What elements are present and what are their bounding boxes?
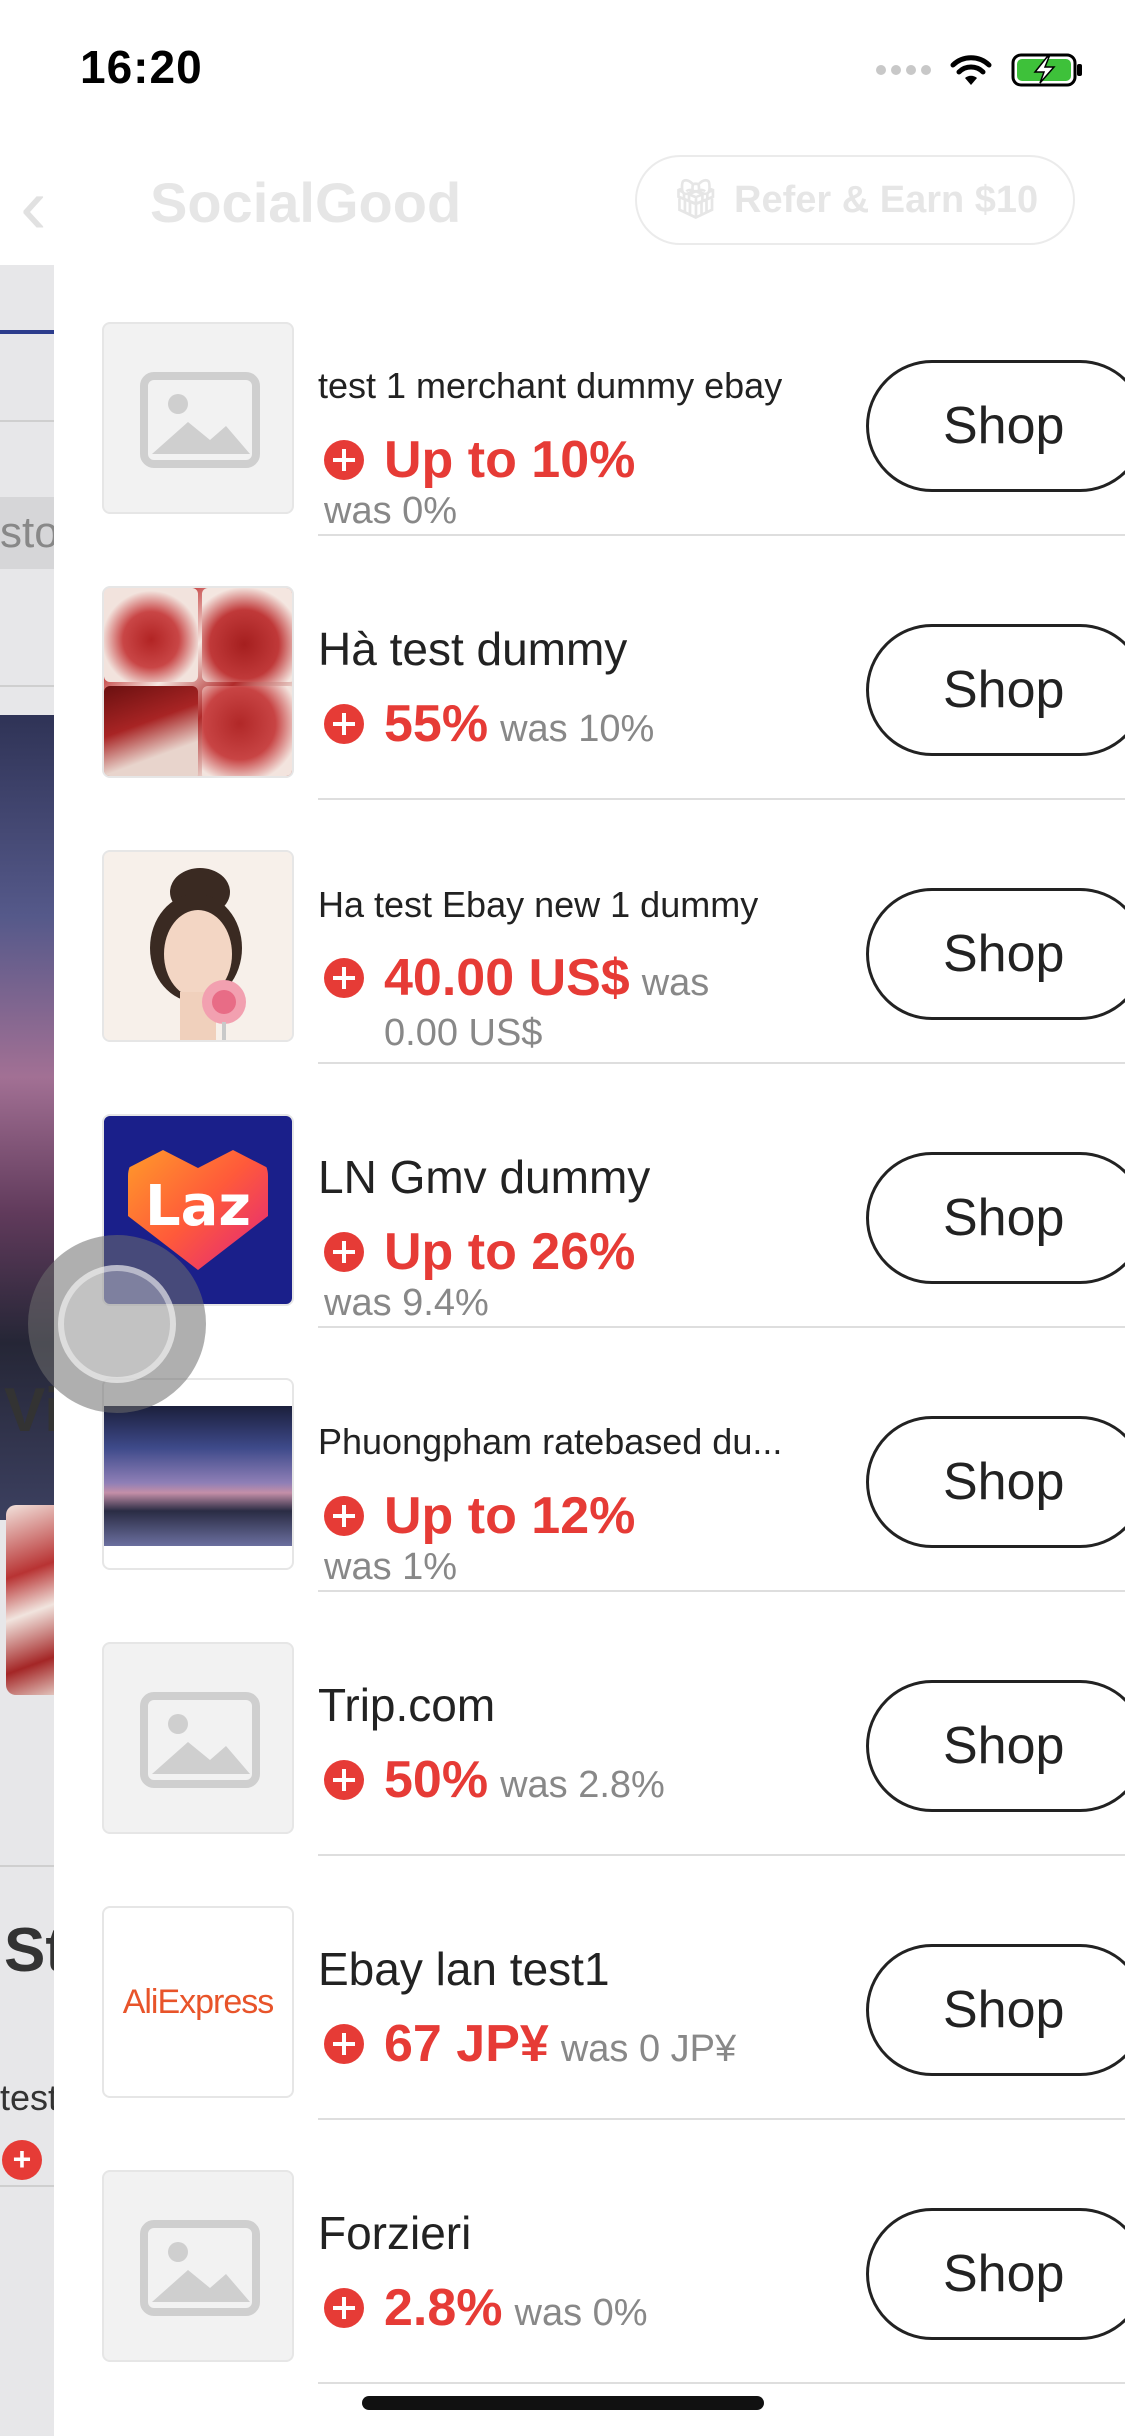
plus-icon	[324, 958, 364, 998]
merchant-row[interactable]: AliExpress Ebay lan test1 67 JP¥ was 0 J…	[54, 1854, 1125, 2120]
refer-earn-button: 🎁︎ Refer & Earn $10	[635, 155, 1075, 245]
merchant-row[interactable]: Forzieri 2.8% was 0% Shop	[54, 2118, 1125, 2384]
plus-icon	[324, 1496, 364, 1536]
divider	[0, 1865, 54, 1867]
status-time: 16:20	[80, 41, 203, 93]
shop-button[interactable]: Shop	[866, 360, 1125, 492]
shop-button[interactable]: Shop	[866, 888, 1125, 1020]
assistive-touch-button[interactable]	[28, 1235, 206, 1413]
shop-button[interactable]: Shop	[866, 1152, 1125, 1284]
lazada-logo-text: Laz	[144, 1173, 252, 1239]
merchant-row[interactable]: test 1 merchant dummy ebay Up to 10% was…	[54, 270, 1125, 536]
plus-icon: +	[2, 2140, 42, 2180]
cashback-value: 67 JP¥	[384, 2015, 549, 2073]
home-indicator[interactable]	[362, 2396, 764, 2410]
aliexpress-logo: AliExpress	[102, 1906, 294, 2098]
plus-icon	[324, 440, 364, 480]
divider	[0, 420, 54, 422]
cashback-value: Up to 26%	[384, 1223, 636, 1281]
shop-button[interactable]: Shop	[866, 624, 1125, 756]
plus-icon	[324, 1760, 364, 1800]
previous-rate: was	[641, 962, 710, 1004]
merchant-name: Forzieri	[318, 2207, 472, 2259]
aliexpress-logo-text: AliExpress	[122, 1982, 275, 2021]
merchant-name: LN Gmv dummy	[318, 1151, 651, 1203]
shop-button[interactable]: Shop	[866, 1416, 1125, 1548]
plus-icon	[324, 2288, 364, 2328]
merchant-row[interactable]: Phuongpham ratebased du... Up to 12% was…	[54, 1326, 1125, 1592]
previous-rate: was 9.4%	[324, 1282, 489, 1324]
placeholder-image-icon	[102, 322, 294, 514]
back-chevron-icon: ‹	[20, 161, 47, 250]
status-bar: 16:20	[0, 0, 1125, 140]
plus-icon	[324, 704, 364, 744]
shop-button[interactable]: Shop	[866, 2208, 1125, 2340]
cellular-signal-icon	[876, 65, 931, 75]
wifi-icon	[950, 55, 992, 85]
placeholder-image-icon	[102, 2170, 294, 2362]
merchant-name: Hà test dummy	[318, 623, 628, 675]
divider	[0, 2185, 54, 2187]
merchant-list-panel: test 1 merchant dummy ebay Up to 10% was…	[54, 270, 1125, 2436]
merchant-row[interactable]: Laz LN Gmv dummy Up to 26% was 9.4% Shop	[54, 1062, 1125, 1328]
battery-charging-icon	[1011, 53, 1082, 87]
cashback-rate: 67 JP¥ was 0 JP¥	[324, 2014, 764, 2074]
cashback-rate: Up to 12% was 1%	[324, 1486, 764, 1589]
lipstick-product-image	[102, 586, 294, 778]
background-search-field: sto	[0, 497, 54, 569]
cashback-value: 2.8%	[384, 2279, 503, 2337]
plus-icon	[324, 1232, 364, 1272]
previous-rate: was 0 JP¥	[560, 2028, 737, 2070]
cashback-rate: 55% was 10%	[324, 694, 764, 754]
background-section-heading: Vi	[4, 1376, 54, 1445]
background-app-header: ‹ SocialGood 🎁︎ Refer & Earn $10	[0, 140, 1125, 270]
previous-rate: was 2.8%	[500, 1764, 665, 1806]
background-small-text: test	[0, 2077, 54, 2118]
plus-icon	[324, 2024, 364, 2064]
previous-rate: was 0%	[514, 2292, 648, 2334]
cashback-rate: 2.8% was 0%	[324, 2278, 764, 2338]
merchant-name: Ebay lan test1	[318, 1943, 610, 1995]
cashback-rate: 50% was 2.8%	[324, 1750, 764, 1810]
cashback-value: 50%	[384, 1751, 489, 1809]
cashback-value: 55%	[384, 695, 489, 753]
gift-icon: 🎁︎	[671, 179, 721, 221]
previous-rate: was 1%	[324, 1546, 458, 1588]
refer-label: Refer & Earn $10	[734, 178, 1039, 221]
portrait-image	[102, 850, 294, 1042]
shop-button[interactable]: Shop	[866, 1944, 1125, 2076]
merchant-row[interactable]: Trip.com 50% was 2.8% Shop	[54, 1590, 1125, 1856]
tab-indicator	[0, 330, 54, 334]
previous-rate: was 0%	[324, 490, 458, 532]
merchant-name: Ha test Ebay new 1 dummy	[318, 884, 759, 925]
cashback-value: Up to 12%	[384, 1487, 636, 1545]
merchant-name: test 1 merchant dummy ebay	[318, 365, 783, 406]
placeholder-image-icon	[102, 1642, 294, 1834]
merchant-row[interactable]: Ha test Ebay new 1 dummy 40.00 US$ was 0…	[54, 798, 1125, 1064]
background-section-heading: St	[4, 1916, 54, 1985]
merchant-name: Trip.com	[318, 1679, 496, 1731]
cashback-rate: Up to 10% was 0%	[324, 430, 764, 533]
cashback-value: Up to 10%	[384, 431, 636, 489]
cashback-value: 40.00 US$	[384, 949, 630, 1007]
merchant-row[interactable]: Hà test dummy 55% was 10% Shop	[54, 534, 1125, 800]
shop-button[interactable]: Shop	[866, 1680, 1125, 1812]
cashback-rate: 40.00 US$ was 0.00 US$	[324, 948, 764, 1055]
cashback-rate: Up to 26% was 9.4%	[324, 1222, 764, 1325]
background-thumbnail	[6, 1505, 54, 1695]
status-icons	[876, 50, 1085, 90]
divider	[318, 2382, 1125, 2384]
socialgood-logo: SocialGood	[150, 171, 462, 234]
divider	[0, 685, 54, 687]
screen: 16:20 ‹ SocialGood 🎁︎ Refer & Earn $10 s…	[0, 0, 1125, 2436]
previous-rate: was 10%	[500, 708, 655, 750]
previous-rate-value: 0.00 US$	[384, 1012, 543, 1054]
merchant-name: Phuongpham ratebased du...	[318, 1421, 783, 1462]
